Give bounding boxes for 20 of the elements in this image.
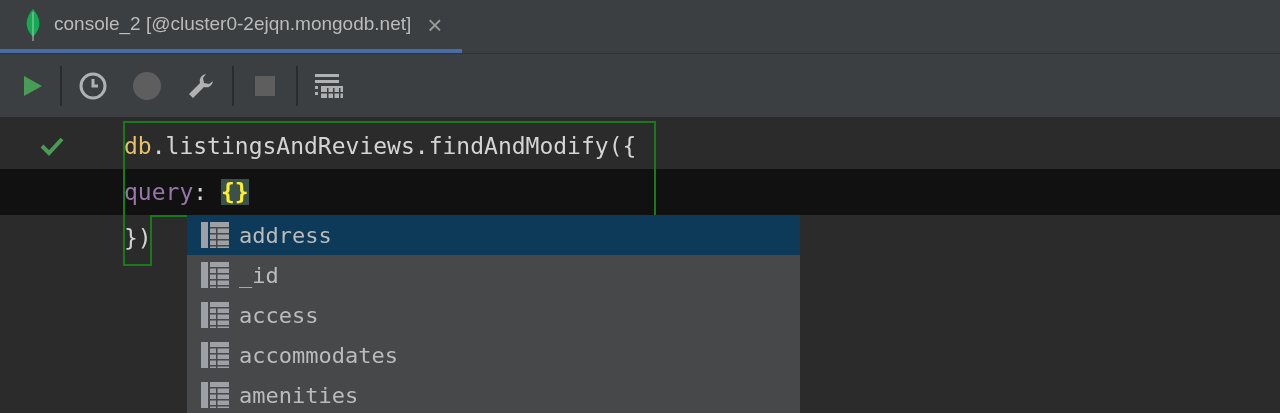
field-icon <box>201 302 229 328</box>
field-icon <box>201 342 229 368</box>
completion-item[interactable]: amenities <box>187 375 800 413</box>
field-icon <box>201 222 229 248</box>
completion-item[interactable]: address <box>187 215 800 255</box>
completion-item[interactable]: access <box>187 295 800 335</box>
wrench-icon[interactable] <box>187 71 215 100</box>
field-icon <box>201 382 229 408</box>
code-line: query: {} <box>124 177 249 207</box>
tab-title: console_2 [@cluster0-2ejqn.mongodb.net] <box>54 12 412 37</box>
code-line: db.listingsAndReviews.findAndModify({ <box>124 131 637 161</box>
leaf-icon <box>24 7 42 42</box>
run-icon[interactable] <box>22 73 44 98</box>
completion-item[interactable]: _id <box>187 255 800 295</box>
close-button[interactable]: × <box>427 11 443 38</box>
code-line: }) <box>124 223 152 253</box>
clock-icon[interactable] <box>79 71 107 100</box>
table-icon[interactable] <box>315 73 343 98</box>
field-icon <box>201 262 229 288</box>
completion-item[interactable]: accommodates <box>187 335 800 375</box>
